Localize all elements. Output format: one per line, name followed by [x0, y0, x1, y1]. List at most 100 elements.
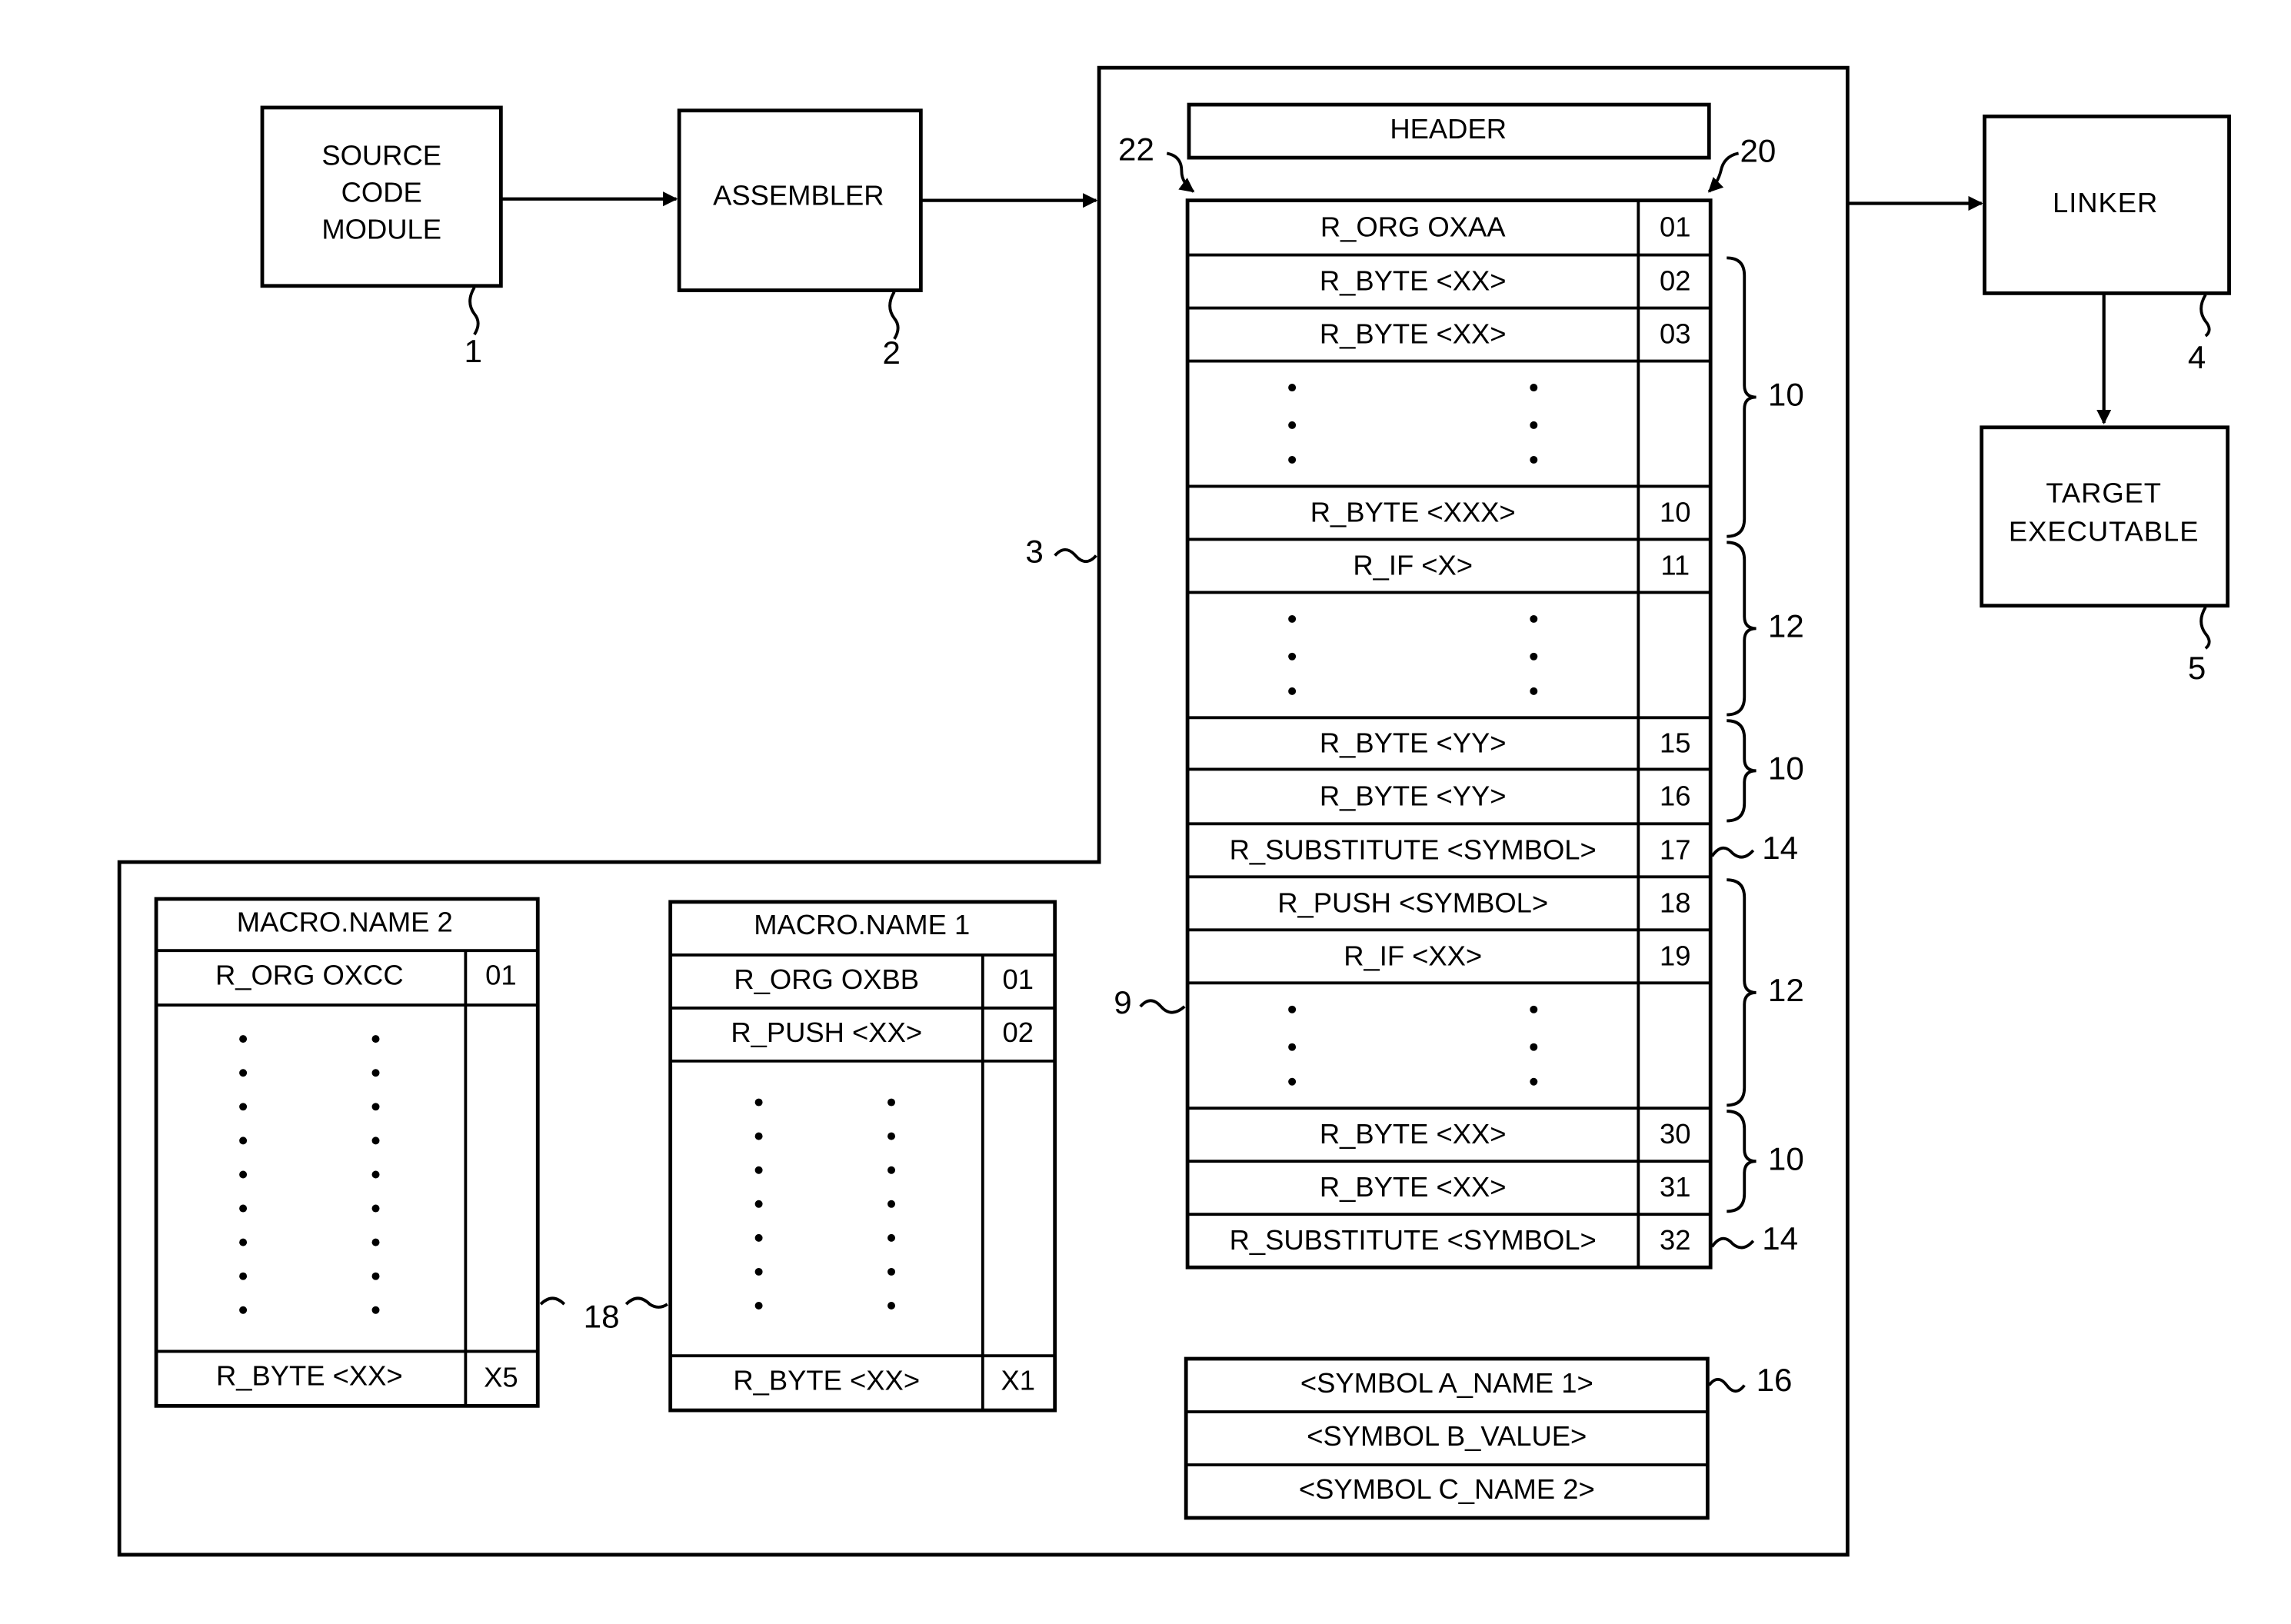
macro1-first-num: 01	[1003, 963, 1034, 995]
record-row-text: R_BYTE <XX>	[1320, 1118, 1507, 1150]
ref-label-20: 20	[1740, 132, 1777, 168]
dot	[371, 1035, 380, 1043]
header-label: HEADER	[1390, 113, 1507, 145]
assembler-label: ASSEMBLER	[713, 179, 884, 211]
dot	[239, 1272, 248, 1280]
dot	[371, 1103, 380, 1111]
macro-table-1: MACRO.NAME 1 R_ORG OXBB 01 R_PUSH <XX> 0…	[668, 900, 1057, 1413]
record-row-text: R_BYTE <XX>	[1320, 1171, 1507, 1203]
header-block: HEADER	[1187, 102, 1711, 160]
dot	[1288, 1077, 1297, 1086]
symbol-row-1: <SYMBOL A_NAME 1>	[1300, 1367, 1593, 1399]
dot	[1530, 1005, 1538, 1013]
ref-leader-18-left	[539, 1296, 566, 1306]
record-row-num: 10	[1660, 496, 1690, 527]
macro1-title: MACRO.NAME 1	[754, 909, 970, 940]
dot	[887, 1166, 896, 1174]
dot	[1530, 1043, 1538, 1051]
ref-leader-1	[468, 286, 480, 336]
group-brace	[1727, 256, 1757, 538]
macro1-last-text: R_BYTE <XX>	[733, 1364, 920, 1396]
dot	[371, 1272, 380, 1280]
ref-label-3: 3	[1025, 534, 1043, 570]
ref-leader-5	[2199, 606, 2211, 650]
group-leader	[1710, 847, 1755, 859]
linker-block: LINKER 4	[1983, 115, 2231, 375]
dot	[1530, 687, 1538, 695]
dot	[1530, 455, 1538, 464]
record-row-num: 03	[1660, 318, 1690, 350]
macro1-second-num: 02	[1003, 1017, 1034, 1048]
dot	[371, 1238, 380, 1246]
record-row-num: 19	[1660, 940, 1690, 971]
record-row-text: R_BYTE <XX>	[1320, 318, 1507, 350]
record-row-num: 15	[1660, 727, 1690, 758]
dot	[1288, 1005, 1297, 1013]
ref-arrow-20	[1707, 151, 1740, 193]
ref-leader-2	[888, 291, 900, 340]
record-row-text: R_BYTE <YY>	[1320, 727, 1507, 758]
dot	[1530, 1077, 1538, 1086]
dot	[754, 1200, 763, 1208]
dot	[754, 1267, 763, 1276]
source-code-module-block: SOURCE CODE MODULE 1	[260, 105, 503, 369]
group-brace	[1727, 719, 1757, 823]
dot	[1288, 687, 1297, 695]
dot	[1530, 652, 1538, 661]
ref-leader-18-right	[624, 1296, 668, 1309]
linker-label: LINKER	[2053, 187, 2158, 218]
dot	[239, 1103, 248, 1111]
macro2-last-num: X5	[484, 1361, 518, 1393]
source-line-3: MODULE	[321, 213, 441, 245]
dot	[754, 1132, 763, 1140]
group-brace	[1727, 1110, 1757, 1213]
dot	[239, 1136, 248, 1145]
macro2-title: MACRO.NAME 2	[237, 906, 453, 937]
target-line-1: TARGET	[2046, 478, 2162, 509]
record-row-text: R_BYTE <YY>	[1320, 780, 1507, 811]
ref-label-18: 18	[584, 1298, 620, 1334]
dot	[754, 1166, 763, 1174]
record-row-num: 16	[1660, 780, 1690, 811]
group-label: 12	[1768, 972, 1804, 1008]
dot	[1288, 384, 1297, 392]
dot	[239, 1204, 248, 1213]
dot	[887, 1098, 896, 1107]
dot	[887, 1267, 896, 1276]
ref-label-2: 2	[883, 334, 901, 371]
record-row-num: 18	[1660, 887, 1690, 918]
record-row-text: R_IF <XX>	[1344, 940, 1482, 971]
dot	[887, 1302, 896, 1310]
dot	[887, 1200, 896, 1208]
dot	[1288, 652, 1297, 661]
target-executable-block: TARGET EXECUTABLE 5	[1980, 425, 2230, 686]
assembler-block: ASSEMBLER 2	[677, 108, 923, 371]
record-row-text: R_BYTE <XX>	[1320, 265, 1507, 297]
ref-leader-9	[1139, 999, 1186, 1014]
dot	[239, 1170, 248, 1179]
group-label: 10	[1768, 750, 1804, 786]
macro-table-2: MACRO.NAME 2 R_ORG OXCC 01 R_BYTE <XX> X…	[154, 897, 540, 1408]
target-line-2: EXECUTABLE	[2009, 515, 2199, 547]
dot	[239, 1069, 248, 1077]
record-row-text: R_IF <X>	[1353, 549, 1473, 581]
record-row-text: R_SUBSTITUTE <SYMBOL>	[1230, 1224, 1597, 1256]
ref-label-1: 1	[464, 333, 481, 369]
source-line-2: CODE	[341, 177, 422, 208]
group-label: 10	[1768, 1140, 1804, 1176]
symbol-row-2: <SYMBOL B_VALUE>	[1307, 1420, 1587, 1452]
dot	[371, 1306, 380, 1314]
macro1-first-text: R_ORG OXBB	[734, 963, 919, 995]
record-row-num: 02	[1660, 265, 1690, 297]
symbol-table: <SYMBOL A_NAME 1> <SYMBOL B_VALUE> <SYMB…	[1184, 1356, 1792, 1520]
record-row-text: R_PUSH <SYMBOL>	[1277, 887, 1548, 918]
dot	[1288, 614, 1297, 623]
dot	[1530, 384, 1538, 392]
dot	[754, 1233, 763, 1242]
ref-leader-3	[1054, 547, 1097, 564]
group-label: 12	[1768, 608, 1804, 644]
record-row-num: 32	[1660, 1224, 1690, 1256]
dot	[371, 1136, 380, 1145]
dot	[371, 1204, 380, 1213]
group-label: 10	[1768, 377, 1804, 413]
